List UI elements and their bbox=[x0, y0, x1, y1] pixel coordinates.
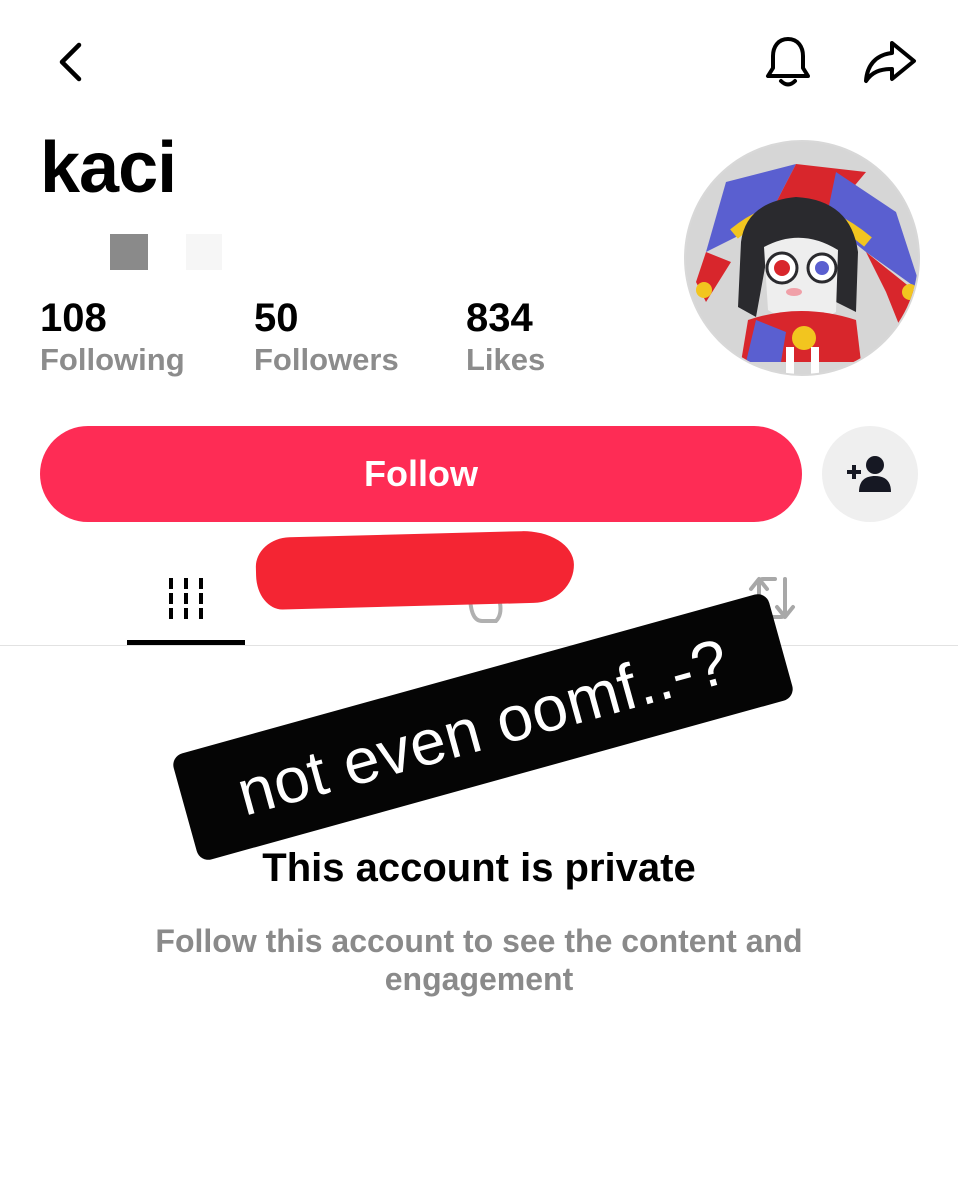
add-friend-button[interactable] bbox=[822, 426, 918, 522]
likes-label: Likes bbox=[466, 342, 546, 377]
following-stat[interactable]: 108 Following bbox=[40, 296, 185, 380]
bell-icon bbox=[766, 37, 810, 87]
share-button[interactable] bbox=[858, 30, 922, 94]
following-label: Following bbox=[40, 342, 185, 377]
following-count: 108 bbox=[40, 296, 107, 340]
add-user-icon bbox=[847, 456, 891, 492]
text-sticker: not even oomf..-? bbox=[170, 591, 796, 863]
private-account-title: This account is private bbox=[262, 846, 696, 890]
censored-block bbox=[186, 234, 222, 270]
tabs-divider bbox=[0, 645, 958, 646]
grid-icon bbox=[169, 578, 203, 619]
jester-avatar-image bbox=[686, 142, 918, 374]
back-button[interactable] bbox=[38, 30, 102, 94]
followers-label: Followers bbox=[254, 342, 399, 377]
avatar[interactable] bbox=[684, 140, 920, 376]
chevron-left-icon bbox=[59, 42, 82, 82]
profile-username: kaci bbox=[40, 128, 177, 208]
private-account-subtitle: Follow this account to see the content a… bbox=[155, 923, 803, 997]
sticker-text: not even oomf..-? bbox=[229, 624, 737, 830]
red-redaction-scribble bbox=[255, 529, 575, 611]
share-arrow-icon bbox=[864, 41, 916, 83]
tab-videos[interactable] bbox=[127, 562, 245, 634]
followers-stat[interactable]: 50 Followers bbox=[254, 296, 399, 380]
censored-block bbox=[110, 234, 148, 270]
followers-count: 50 bbox=[254, 296, 299, 340]
likes-stat: 834 Likes bbox=[466, 296, 545, 380]
follow-button[interactable]: Follow bbox=[40, 426, 802, 522]
notification-button[interactable] bbox=[756, 30, 820, 94]
likes-count: 834 bbox=[466, 296, 533, 340]
